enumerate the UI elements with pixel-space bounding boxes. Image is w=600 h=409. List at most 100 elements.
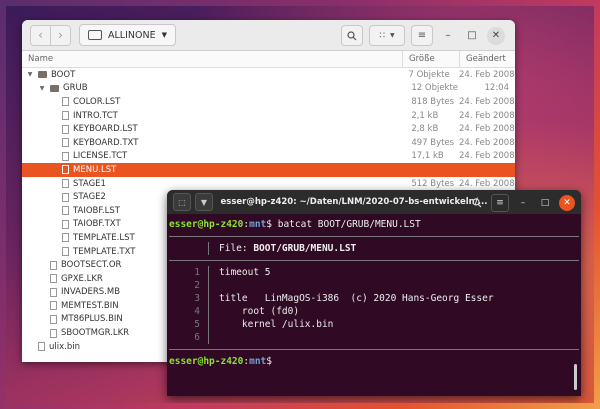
- terminal-output[interactable]: esser@hp-z420:mnt$ batcat BOOT/GRUB/MENU…: [167, 214, 581, 372]
- forward-icon[interactable]: ›: [50, 25, 70, 45]
- command-line: esser@hp-z420:mnt$ batcat BOOT/GRUB/MENU…: [169, 219, 421, 230]
- file-size: 497 Bytes: [411, 137, 455, 148]
- bat-separator-top: [169, 236, 579, 237]
- file-name-label: BOOT: [51, 69, 76, 80]
- file-name-label: ulix.bin: [49, 341, 80, 352]
- file-icon: [50, 287, 57, 297]
- file-row[interactable]: ▼ BOOT 7 Objekte 24. Feb 2008: [22, 68, 515, 82]
- prompt-user: esser@hp-z420: [169, 219, 244, 230]
- terminal-maximize-icon[interactable]: □: [537, 195, 553, 211]
- expander-icon[interactable]: ▼: [38, 85, 46, 92]
- file-icon: [62, 219, 69, 229]
- file-name-label: MT86PLUS.BIN: [61, 314, 123, 325]
- menu-icon[interactable]: ≡: [411, 25, 433, 46]
- path-label: ALLINONE: [108, 29, 156, 41]
- file-row[interactable]: COLOR.LST 818 Bytes 24. Feb 2008: [22, 95, 515, 109]
- file-size: 7 Objekte: [408, 69, 450, 80]
- file-date: 24. Feb 2008: [459, 110, 515, 121]
- column-date-header[interactable]: Geändert: [459, 51, 515, 67]
- file-icon: [38, 342, 45, 352]
- terminal-close-icon[interactable]: ✕: [559, 195, 575, 211]
- file-icon: [50, 274, 57, 284]
- file-size: 2,1 kB: [411, 110, 439, 121]
- line-number: 4: [194, 306, 200, 317]
- terminal-headerbar: ⬚ ▼ esser@hp-z420: ~/Daten/LNM/2020-07-b…: [167, 190, 581, 214]
- file-icon: [62, 111, 69, 121]
- line-number: 2: [194, 280, 200, 291]
- code-line: timeout 5: [219, 267, 271, 278]
- code-line: root (fd0): [219, 306, 300, 317]
- nav-buttons: ‹ ›: [30, 24, 71, 46]
- file-row-name-cell: ▼ BOOT: [22, 70, 402, 80]
- file-name-label: GRUB: [63, 83, 88, 94]
- file-row-name-cell: KEYBOARD.TXT: [22, 138, 405, 148]
- file-label-prefix: File:: [219, 243, 254, 254]
- file-name-label: INVADERS.MB: [61, 287, 121, 298]
- file-name-label: COLOR.LST: [73, 96, 121, 107]
- file-row[interactable]: STAGE1 512 Bytes 24. Feb 2008: [22, 177, 515, 191]
- file-row[interactable]: INTRO.TCT 2,1 kB 24. Feb 2008: [22, 109, 515, 123]
- file-date: 24. Feb 2008: [459, 69, 515, 80]
- file-name-label: MEMTEST.BIN: [61, 300, 119, 311]
- terminal-search-icon[interactable]: [469, 195, 485, 211]
- file-icon: [50, 260, 57, 270]
- terminal-minimize-icon[interactable]: –: [515, 195, 531, 211]
- file-icon: [62, 179, 69, 189]
- line-number: 1: [194, 267, 200, 278]
- file-row-name-cell: KEYBOARD.LST: [22, 124, 405, 134]
- file-icon: [62, 124, 69, 134]
- terminal-title: esser@hp-z420: ~/Daten/LNM/2020-07-bs-en…: [220, 197, 488, 207]
- bat-separator-middle: [169, 260, 579, 261]
- file-row[interactable]: MENU.LST: [22, 163, 515, 177]
- file-row-name-cell: MENU.LST: [22, 165, 408, 175]
- new-tab-icon[interactable]: ⬚: [173, 193, 191, 211]
- prompt-user-2: esser@hp-z420: [169, 356, 244, 367]
- file-row[interactable]: ▼ GRUB 12 Objekte 12:04: [22, 82, 515, 96]
- terminal-scrollbar[interactable]: [574, 364, 577, 390]
- file-name-label: LICENSE.TCT: [73, 151, 128, 162]
- path-bar-button[interactable]: ALLINONE ▼: [79, 24, 176, 46]
- file-size: 2,8 kB: [411, 124, 439, 135]
- file-icon: [62, 233, 69, 243]
- file-name-label: SBOOTMGR.LKR: [61, 328, 130, 339]
- file-row-name-cell: COLOR.LST: [22, 97, 405, 107]
- expander-icon[interactable]: ▼: [26, 71, 34, 78]
- file-icon: [62, 192, 69, 202]
- file-icon: [62, 247, 69, 257]
- terminal-menu-chevron-icon[interactable]: ▼: [195, 193, 213, 211]
- file-icon: [50, 328, 57, 338]
- file-row[interactable]: KEYBOARD.LST 2,8 kB 24. Feb 2008: [22, 122, 515, 136]
- file-size: 512 Bytes: [411, 178, 455, 189]
- file-date: 24. Feb 2008: [459, 178, 515, 189]
- minimize-icon[interactable]: –: [439, 27, 457, 45]
- bat-file-header: File: BOOT/GRUB/MENU.LST: [169, 242, 579, 255]
- line-number: 5: [194, 319, 200, 330]
- terminal-menu-icon[interactable]: ≡: [491, 194, 509, 212]
- headerbar-actions: ∷ ▼ ≡ – □ ✕: [341, 25, 505, 46]
- bat-content: 1 2 3 4 5 6 timeout 5 title LinMagOS-i386 (c) …: [169, 266, 579, 344]
- terminal-actions: ≡ – □ ✕: [469, 194, 575, 212]
- file-date: 24. Feb 2008: [459, 96, 515, 107]
- file-size: 12 Objekte: [411, 83, 459, 94]
- column-size-header[interactable]: Größe: [402, 51, 459, 67]
- folder-icon: [38, 71, 47, 79]
- prompt-line: esser@hp-z420:mnt$: [169, 356, 272, 367]
- file-row[interactable]: KEYBOARD.TXT 497 Bytes 24. Feb 2008: [22, 136, 515, 150]
- grid-view-icon: ∷: [379, 30, 386, 41]
- view-toggle-button[interactable]: ∷ ▼: [369, 25, 405, 46]
- prompt-path-2: mnt: [249, 356, 267, 367]
- search-icon[interactable]: [341, 25, 363, 46]
- file-name-label: GPXE.LKR: [61, 273, 103, 284]
- file-row-name-cell: ▼ GRUB: [22, 83, 405, 93]
- column-header: Name Größe Geändert: [22, 51, 515, 68]
- line-number: 3: [194, 293, 200, 304]
- column-name-header[interactable]: Name: [22, 51, 402, 67]
- maximize-icon[interactable]: □: [463, 27, 481, 45]
- back-icon[interactable]: ‹: [31, 25, 50, 45]
- close-icon[interactable]: ✕: [487, 26, 505, 45]
- code-line: kernel /ulix.bin: [219, 319, 334, 330]
- file-name-label: BOOTSECT.OR: [61, 260, 122, 271]
- file-row[interactable]: LICENSE.TCT 17,1 kB 24. Feb 2008: [22, 150, 515, 164]
